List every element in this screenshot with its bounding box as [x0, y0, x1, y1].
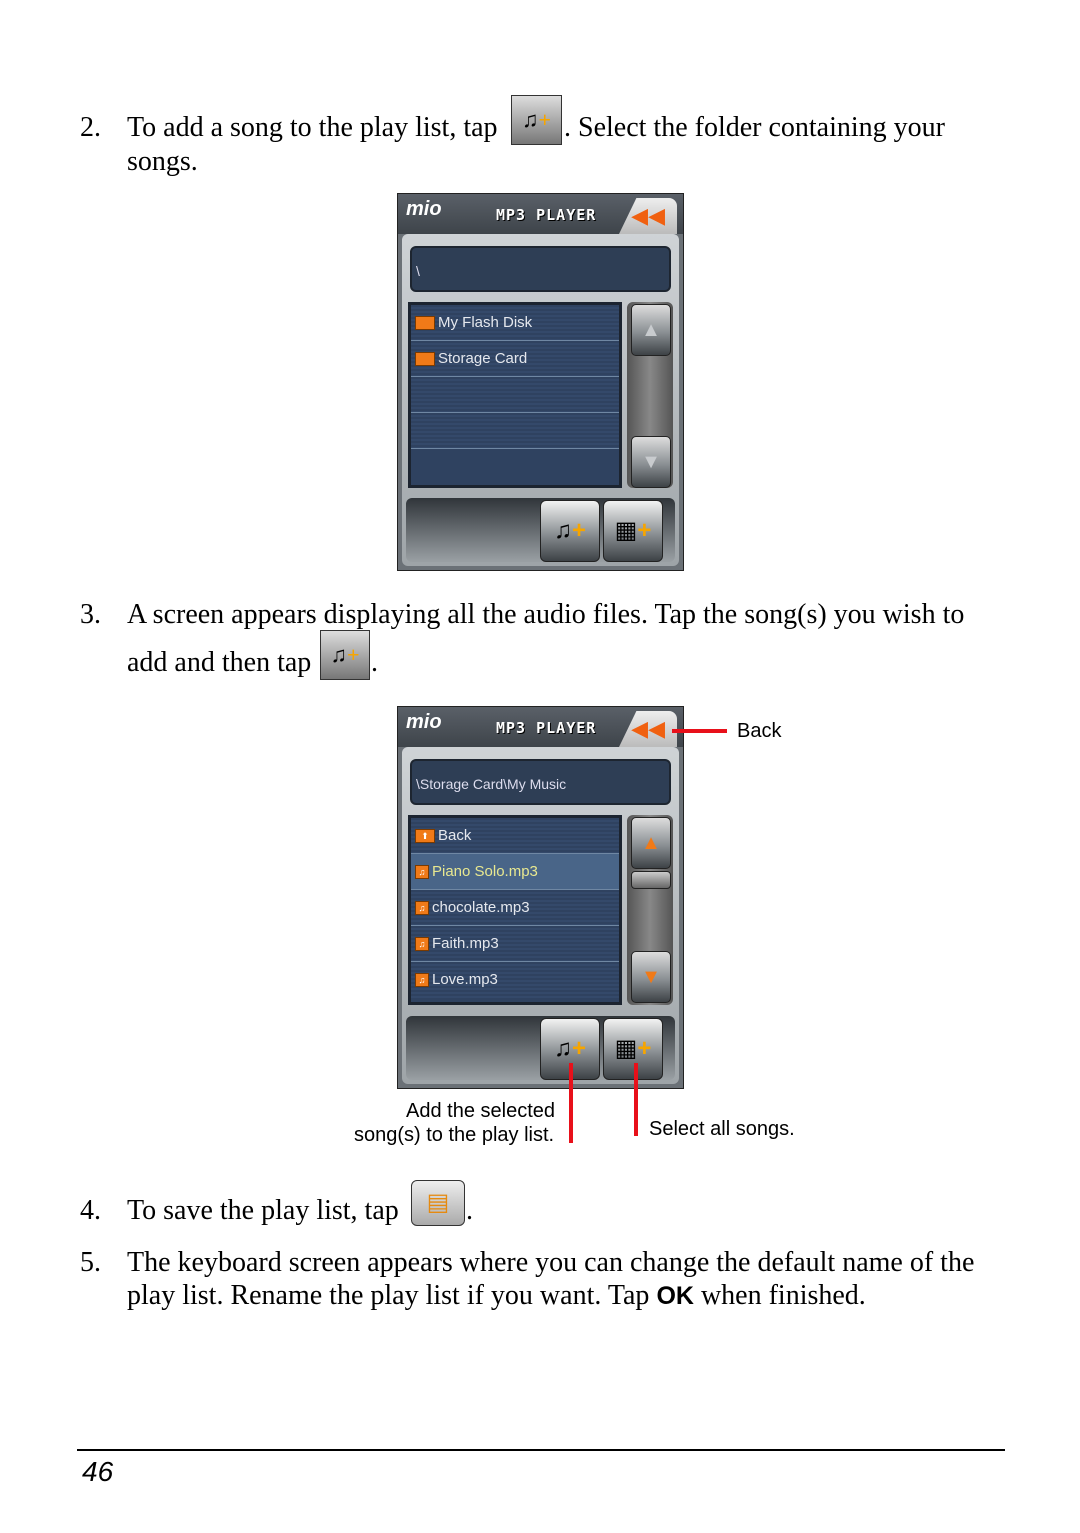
step-number: 3.: [80, 599, 101, 630]
callout-add-line1: Add the selected: [406, 1100, 555, 1122]
callout-line-select-all: [634, 1063, 638, 1136]
list-item-empty: [411, 377, 619, 413]
list-item[interactable]: ♫ Love.mp3: [411, 962, 619, 998]
step-text: The keyboard screen appears where you ca…: [127, 1247, 975, 1278]
step-text: add and then tap: [127, 647, 312, 678]
step-text: songs.: [127, 146, 198, 177]
back-arrow-icon: ◀◀: [631, 203, 665, 228]
scroll-down-button[interactable]: ▼: [631, 436, 671, 488]
callout-line-back: [672, 729, 727, 733]
list-item[interactable]: Storage Card: [411, 341, 619, 377]
save-icon: ▤: [411, 1180, 465, 1226]
header: mio MP3 PLAYER ◀◀: [398, 707, 683, 747]
add-song-button[interactable]: ♫+: [540, 500, 600, 562]
step-number: 5.: [80, 1247, 101, 1278]
callout-add-line2: song(s) to the play list.: [354, 1124, 555, 1146]
music-file-icon: ♫: [415, 901, 429, 916]
add-song-icon: ♫+: [320, 630, 370, 680]
add-song-icon: ♫+: [511, 95, 562, 145]
screen-title: MP3 PLAYER: [496, 719, 597, 737]
music-file-icon: ♫: [415, 865, 429, 880]
list-item[interactable]: My Flash Disk: [411, 305, 619, 341]
footer-rule: [77, 1449, 1005, 1451]
list-item-back[interactable]: ⬆ Back: [411, 818, 619, 854]
step-text: To save the play list, tap: [127, 1195, 399, 1226]
step-text: .: [371, 647, 378, 678]
music-file-icon: ♫: [415, 937, 429, 952]
scroll-thumb[interactable]: [631, 871, 671, 889]
text: play list. Rename the play list if you w…: [127, 1280, 657, 1311]
step-text: To add a song to the play list, tap: [127, 112, 498, 143]
back-button[interactable]: ◀◀: [619, 711, 677, 747]
screen-title: MP3 PLAYER: [496, 206, 597, 224]
folder-icon: [415, 352, 435, 367]
item-label: Faith.mp3: [432, 935, 499, 952]
list-item-empty: [411, 413, 619, 449]
scrollbar[interactable]: ▲ ▼: [627, 815, 673, 1005]
callout-back: Back: [737, 720, 782, 742]
add-all-button[interactable]: ▦+: [603, 500, 663, 562]
manual-page: 2. To add a song to the play list, tap ♫…: [0, 0, 1080, 1533]
list-item[interactable]: ♫ Faith.mp3: [411, 926, 619, 962]
scroll-down-button[interactable]: ▼: [631, 951, 671, 1003]
step-number: 2.: [80, 112, 101, 143]
mio-logo: mio: [406, 711, 442, 733]
item-label: Storage Card: [438, 350, 528, 367]
header: mio MP3 PLAYER ◀◀: [398, 194, 683, 234]
item-label: My Flash Disk: [438, 314, 533, 331]
scrollbar[interactable]: ▲ ▼: [627, 302, 673, 488]
step-text: play list. Rename the play list if you w…: [127, 1279, 866, 1313]
path-field: \Storage Card\My Music: [410, 759, 671, 805]
select-all-button[interactable]: ▦+: [603, 1018, 663, 1080]
item-label: Love.mp3: [432, 971, 498, 988]
item-label: Back: [438, 827, 472, 844]
step-number: 4.: [80, 1195, 101, 1226]
text: when finished.: [693, 1280, 866, 1311]
list-item-selected[interactable]: ♫ Piano Solo.mp3: [411, 854, 619, 890]
item-label: Piano Solo.mp3: [432, 863, 538, 880]
mp3-player-screen-songs: mio MP3 PLAYER ◀◀ \Storage Card\My Music…: [397, 706, 684, 1089]
folder-up-icon: ⬆: [415, 829, 435, 844]
back-button[interactable]: ◀◀: [619, 198, 677, 234]
callout-select-all: Select all songs.: [649, 1118, 795, 1140]
scroll-up-button[interactable]: ▲: [631, 817, 671, 869]
mp3-player-screen-folders: mio MP3 PLAYER ◀◀ \ My Flash Disk Storag…: [397, 193, 684, 571]
step-text: A screen appears displaying all the audi…: [127, 599, 965, 630]
list-item[interactable]: ♫ chocolate.mp3: [411, 890, 619, 926]
page-number: 46: [82, 1456, 114, 1487]
folder-list: My Flash Disk Storage Card: [408, 302, 622, 488]
item-label: chocolate.mp3: [432, 899, 530, 916]
step-text: .: [466, 1195, 473, 1226]
back-arrow-icon: ◀◀: [631, 716, 665, 741]
scroll-up-button[interactable]: ▲: [631, 304, 671, 356]
folder-icon: [415, 316, 435, 331]
mio-logo: mio: [406, 198, 442, 220]
step-text: . Select the folder containing your: [564, 112, 945, 143]
song-list: ⬆ Back ♫ Piano Solo.mp3 ♫ chocolate.mp3 ♫ Fa…: [408, 815, 622, 1005]
callout-line-add: [569, 1063, 573, 1143]
music-file-icon: ♫: [415, 973, 429, 988]
path-field: \: [410, 246, 671, 292]
ok-label: OK: [656, 1282, 694, 1310]
